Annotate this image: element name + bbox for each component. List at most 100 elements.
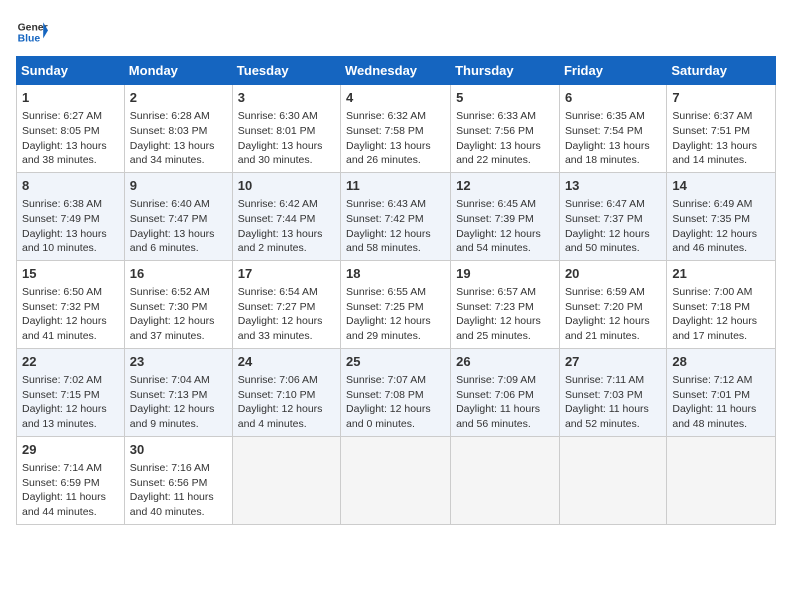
sunset-text: Sunset: 7:10 PM	[238, 389, 316, 401]
sunrise-text: Sunrise: 6:40 AM	[130, 198, 210, 210]
calendar-cell: 5 Sunrise: 6:33 AM Sunset: 7:56 PM Dayli…	[451, 85, 560, 173]
calendar-cell: 12 Sunrise: 6:45 AM Sunset: 7:39 PM Dayl…	[451, 172, 560, 260]
day-number: 7	[672, 89, 770, 107]
weekday-header-wednesday: Wednesday	[341, 57, 451, 85]
header: General Blue	[16, 16, 776, 48]
sunrise-text: Sunrise: 6:47 AM	[565, 198, 645, 210]
calendar-cell: 26 Sunrise: 7:09 AM Sunset: 7:06 PM Dayl…	[451, 348, 560, 436]
day-number: 30	[130, 441, 227, 459]
day-number: 19	[456, 265, 554, 283]
daylight-text: Daylight: 12 hours and 37 minutes.	[130, 315, 215, 342]
weekday-header-monday: Monday	[124, 57, 232, 85]
calendar-cell: 13 Sunrise: 6:47 AM Sunset: 7:37 PM Dayl…	[559, 172, 666, 260]
day-number: 29	[22, 441, 119, 459]
calendar-cell	[559, 436, 666, 524]
sunrise-text: Sunrise: 6:55 AM	[346, 286, 426, 298]
calendar-cell: 22 Sunrise: 7:02 AM Sunset: 7:15 PM Dayl…	[17, 348, 125, 436]
day-number: 14	[672, 177, 770, 195]
calendar-cell: 25 Sunrise: 7:07 AM Sunset: 7:08 PM Dayl…	[341, 348, 451, 436]
calendar-cell: 1 Sunrise: 6:27 AM Sunset: 8:05 PM Dayli…	[17, 85, 125, 173]
day-number: 10	[238, 177, 335, 195]
calendar-table: SundayMondayTuesdayWednesdayThursdayFrid…	[16, 56, 776, 525]
day-number: 6	[565, 89, 661, 107]
daylight-text: Daylight: 12 hours and 29 minutes.	[346, 315, 431, 342]
daylight-text: Daylight: 13 hours and 6 minutes.	[130, 228, 215, 255]
sunset-text: Sunset: 7:49 PM	[22, 213, 100, 225]
calendar-cell: 8 Sunrise: 6:38 AM Sunset: 7:49 PM Dayli…	[17, 172, 125, 260]
daylight-text: Daylight: 12 hours and 50 minutes.	[565, 228, 650, 255]
sunset-text: Sunset: 7:32 PM	[22, 301, 100, 313]
daylight-text: Daylight: 12 hours and 0 minutes.	[346, 403, 431, 430]
sunset-text: Sunset: 7:03 PM	[565, 389, 643, 401]
sunrise-text: Sunrise: 7:00 AM	[672, 286, 752, 298]
sunrise-text: Sunrise: 6:50 AM	[22, 286, 102, 298]
calendar-cell: 29 Sunrise: 7:14 AM Sunset: 6:59 PM Dayl…	[17, 436, 125, 524]
sunrise-text: Sunrise: 6:38 AM	[22, 198, 102, 210]
daylight-text: Daylight: 12 hours and 58 minutes.	[346, 228, 431, 255]
day-number: 9	[130, 177, 227, 195]
day-number: 1	[22, 89, 119, 107]
calendar-cell: 9 Sunrise: 6:40 AM Sunset: 7:47 PM Dayli…	[124, 172, 232, 260]
calendar-cell: 4 Sunrise: 6:32 AM Sunset: 7:58 PM Dayli…	[341, 85, 451, 173]
sunset-text: Sunset: 7:01 PM	[672, 389, 750, 401]
sunrise-text: Sunrise: 7:06 AM	[238, 374, 318, 386]
sunset-text: Sunset: 7:47 PM	[130, 213, 208, 225]
sunset-text: Sunset: 7:58 PM	[346, 125, 424, 137]
sunset-text: Sunset: 7:42 PM	[346, 213, 424, 225]
weekday-header-friday: Friday	[559, 57, 666, 85]
calendar-cell	[451, 436, 560, 524]
calendar-cell	[341, 436, 451, 524]
daylight-text: Daylight: 12 hours and 9 minutes.	[130, 403, 215, 430]
daylight-text: Daylight: 13 hours and 26 minutes.	[346, 140, 431, 167]
sunrise-text: Sunrise: 7:11 AM	[565, 374, 644, 386]
day-number: 24	[238, 353, 335, 371]
day-number: 28	[672, 353, 770, 371]
weekday-header-saturday: Saturday	[667, 57, 776, 85]
calendar-cell: 3 Sunrise: 6:30 AM Sunset: 8:01 PM Dayli…	[232, 85, 340, 173]
calendar-cell: 15 Sunrise: 6:50 AM Sunset: 7:32 PM Dayl…	[17, 260, 125, 348]
week-row-2: 8 Sunrise: 6:38 AM Sunset: 7:49 PM Dayli…	[17, 172, 776, 260]
calendar-cell: 21 Sunrise: 7:00 AM Sunset: 7:18 PM Dayl…	[667, 260, 776, 348]
sunrise-text: Sunrise: 6:45 AM	[456, 198, 536, 210]
daylight-text: Daylight: 13 hours and 34 minutes.	[130, 140, 215, 167]
sunset-text: Sunset: 7:54 PM	[565, 125, 643, 137]
day-number: 18	[346, 265, 445, 283]
weekday-header-sunday: Sunday	[17, 57, 125, 85]
sunset-text: Sunset: 7:30 PM	[130, 301, 208, 313]
day-number: 23	[130, 353, 227, 371]
daylight-text: Daylight: 13 hours and 22 minutes.	[456, 140, 541, 167]
sunrise-text: Sunrise: 6:27 AM	[22, 110, 102, 122]
calendar-cell: 2 Sunrise: 6:28 AM Sunset: 8:03 PM Dayli…	[124, 85, 232, 173]
sunset-text: Sunset: 7:08 PM	[346, 389, 424, 401]
daylight-text: Daylight: 13 hours and 18 minutes.	[565, 140, 650, 167]
calendar-cell: 27 Sunrise: 7:11 AM Sunset: 7:03 PM Dayl…	[559, 348, 666, 436]
calendar-cell: 30 Sunrise: 7:16 AM Sunset: 6:56 PM Dayl…	[124, 436, 232, 524]
sunset-text: Sunset: 8:05 PM	[22, 125, 100, 137]
daylight-text: Daylight: 12 hours and 25 minutes.	[456, 315, 541, 342]
calendar-cell: 18 Sunrise: 6:55 AM Sunset: 7:25 PM Dayl…	[341, 260, 451, 348]
sunrise-text: Sunrise: 7:16 AM	[130, 462, 210, 474]
sunset-text: Sunset: 7:44 PM	[238, 213, 316, 225]
week-row-5: 29 Sunrise: 7:14 AM Sunset: 6:59 PM Dayl…	[17, 436, 776, 524]
sunrise-text: Sunrise: 6:35 AM	[565, 110, 645, 122]
sunrise-text: Sunrise: 6:32 AM	[346, 110, 426, 122]
daylight-text: Daylight: 12 hours and 54 minutes.	[456, 228, 541, 255]
sunset-text: Sunset: 8:03 PM	[130, 125, 208, 137]
sunset-text: Sunset: 7:13 PM	[130, 389, 208, 401]
day-number: 13	[565, 177, 661, 195]
calendar-cell: 14 Sunrise: 6:49 AM Sunset: 7:35 PM Dayl…	[667, 172, 776, 260]
day-number: 3	[238, 89, 335, 107]
sunset-text: Sunset: 8:01 PM	[238, 125, 316, 137]
day-number: 2	[130, 89, 227, 107]
sunrise-text: Sunrise: 6:33 AM	[456, 110, 536, 122]
sunset-text: Sunset: 7:23 PM	[456, 301, 534, 313]
day-number: 27	[565, 353, 661, 371]
sunset-text: Sunset: 7:15 PM	[22, 389, 100, 401]
logo: General Blue	[16, 16, 48, 48]
daylight-text: Daylight: 11 hours and 44 minutes.	[22, 491, 106, 518]
sunset-text: Sunset: 7:18 PM	[672, 301, 750, 313]
sunrise-text: Sunrise: 7:14 AM	[22, 462, 102, 474]
sunset-text: Sunset: 7:56 PM	[456, 125, 534, 137]
daylight-text: Daylight: 13 hours and 2 minutes.	[238, 228, 323, 255]
daylight-text: Daylight: 13 hours and 14 minutes.	[672, 140, 757, 167]
